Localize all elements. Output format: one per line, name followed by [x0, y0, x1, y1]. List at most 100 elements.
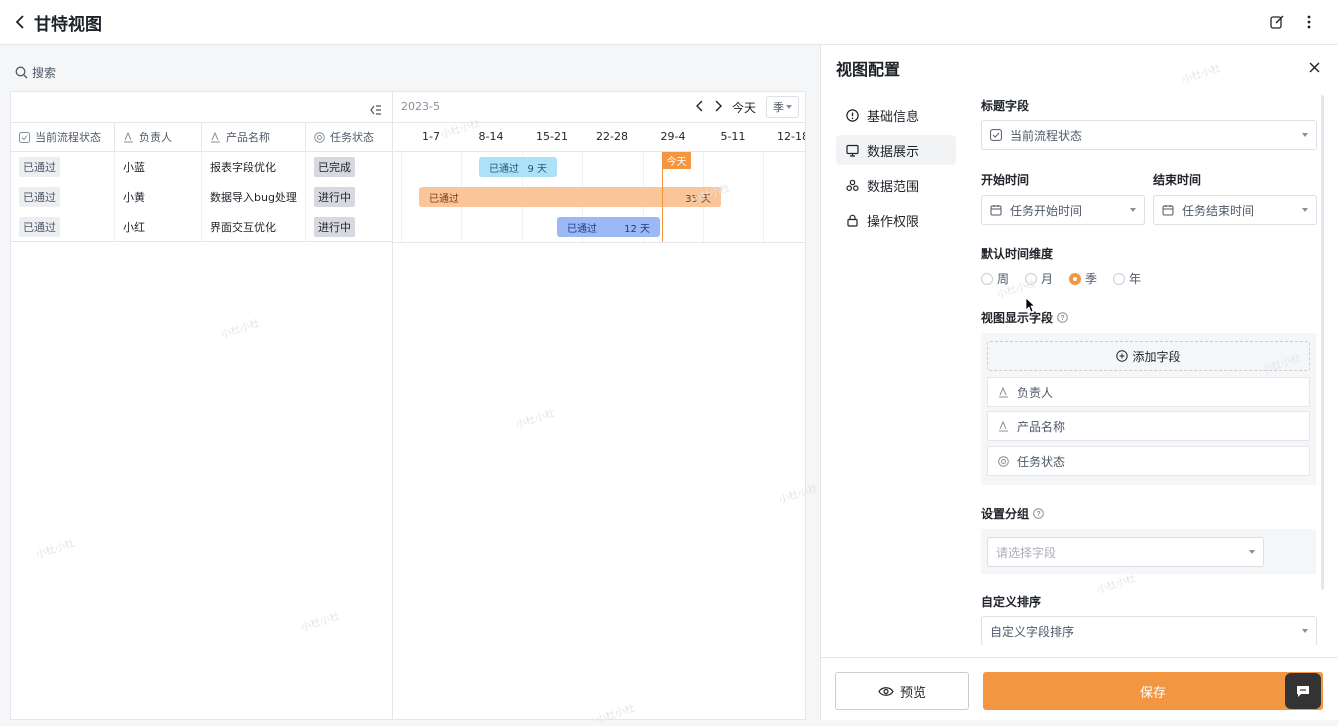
week-label: 5-11	[720, 130, 746, 143]
save-button[interactable]: 保存	[983, 672, 1323, 710]
title-field-select[interactable]: 当前流程状态	[981, 120, 1317, 150]
display-field-item[interactable]: 任务状态	[987, 446, 1310, 476]
week-label: 12-18	[777, 130, 805, 143]
group-field-select[interactable]: 请选择字段	[987, 537, 1264, 567]
sort-label: 自定义排序	[981, 595, 1042, 609]
flow-tag: 已通过	[19, 217, 60, 237]
product-cell: 界面交互优化	[202, 212, 306, 242]
cycle-icon	[846, 179, 859, 191]
week-label: 15-21	[536, 130, 568, 143]
panel-footer: 预览 保存	[821, 657, 1338, 720]
plus-circle-icon	[1116, 350, 1129, 362]
close-icon[interactable]	[1309, 58, 1320, 77]
table-row[interactable]: 已通过 小红 界面交互优化 进行中	[11, 212, 393, 242]
week-label: 22-28	[596, 130, 628, 143]
radio-field-icon	[998, 455, 1009, 467]
time-dimension-radios: 周 月 季 年	[981, 270, 1141, 287]
column-header[interactable]: 任务状态	[306, 123, 393, 151]
timeline: 2023-5 今天 季 1-7 8-14 15-21 22-28 29-4 5-…	[393, 92, 805, 719]
table-row[interactable]: 已通过 小黄 数据导入bug处理 进行中	[11, 182, 393, 212]
time-dimension-label: 默认时间维度	[981, 247, 1054, 261]
checkbox-icon	[19, 131, 30, 143]
caret-down-icon	[786, 105, 792, 109]
config-form: 标题字段 当前流程状态 开始时间 结束时间 任务开始时间 任务结束时间 默认时间…	[981, 95, 1321, 645]
group-label: 设置分组 ?	[981, 505, 1044, 522]
radio-field-icon	[314, 131, 325, 143]
chevron-right-icon[interactable]	[714, 100, 722, 115]
checkbox-icon	[990, 129, 1002, 141]
edit-icon[interactable]	[1268, 13, 1286, 31]
text-field-icon	[999, 386, 1008, 397]
chat-icon[interactable]	[1285, 673, 1321, 709]
watermark: 小杜小杜	[1180, 62, 1223, 86]
gantt-bar[interactable]: 已通过 9 天	[479, 157, 557, 177]
calendar-icon	[1162, 205, 1174, 216]
start-time-select[interactable]: 任务开始时间	[981, 195, 1145, 225]
start-time-label: 开始时间	[981, 173, 1030, 187]
today-button[interactable]: 今天	[732, 99, 756, 116]
group-box: 请选择字段	[981, 529, 1316, 574]
add-field-button[interactable]: 添加字段	[987, 341, 1310, 371]
config-menu: 基础信息 数据展示 数据范围 操作权限	[836, 100, 956, 240]
radio-quarter[interactable]: 季	[1069, 270, 1097, 287]
display-field-item[interactable]: 负责人	[987, 377, 1310, 407]
help-icon[interactable]: ?	[1057, 312, 1068, 323]
menu-item-data-display[interactable]: 数据展示	[836, 135, 956, 165]
svg-text:?: ?	[1060, 315, 1064, 322]
text-field-icon	[211, 131, 220, 142]
week-label: 8-14	[478, 130, 504, 143]
chevron-left-icon[interactable]	[12, 14, 28, 30]
more-vertical-icon[interactable]	[1300, 13, 1318, 31]
column-header[interactable]: 当前流程状态	[11, 123, 115, 151]
display-fields-box: 添加字段 负责人 产品名称 任务状态	[981, 333, 1316, 485]
lock-icon	[847, 214, 858, 227]
gantt-chart: 当前流程状态 负责人 产品名称 任务状态 已通过 小蓝 报表字段优化 已完成 已…	[10, 91, 806, 720]
text-field-icon	[124, 131, 133, 142]
help-icon[interactable]: ?	[1033, 508, 1044, 519]
status-badge: 进行中	[314, 187, 355, 207]
product-cell: 报表字段优化	[202, 152, 306, 182]
gantt-bar[interactable]: 已通过 35 天	[419, 187, 721, 207]
timeline-month: 2023-5	[401, 100, 440, 113]
gantt-area: 搜索 当前流程状态 负责人 产品名称 任务状态 已通过 小蓝 报表字段优化 已完…	[0, 45, 820, 726]
eye-icon	[878, 686, 894, 696]
task-table: 当前流程状态 负责人 产品名称 任务状态 已通过 小蓝 报表字段优化 已完成 已…	[11, 92, 393, 719]
flow-tag: 已通过	[19, 187, 60, 207]
menu-item-data-range[interactable]: 数据范围	[836, 170, 956, 200]
scrollbar[interactable]	[1321, 95, 1324, 590]
end-time-label: 结束时间	[1153, 173, 1202, 187]
week-label: 1-7	[422, 130, 440, 143]
owner-cell: 小黄	[115, 182, 202, 212]
search-input[interactable]: 搜索	[15, 64, 56, 81]
column-header[interactable]: 负责人	[115, 123, 202, 151]
week-label: 29-4	[660, 130, 686, 143]
display-field-item[interactable]: 产品名称	[987, 411, 1310, 441]
collapse-icon[interactable]	[370, 100, 382, 119]
week-header: 1-7 8-14 15-21 22-28 29-4 5-11 12-18	[393, 122, 805, 152]
mouse-cursor-icon	[1025, 297, 1035, 313]
text-field-icon	[999, 420, 1008, 431]
search-label: 搜索	[32, 66, 57, 80]
end-time-select[interactable]: 任务结束时间	[1153, 195, 1317, 225]
page-title: 甘特视图	[34, 14, 102, 35]
flow-tag: 已通过	[19, 157, 60, 177]
radio-month[interactable]: 月	[1025, 270, 1053, 287]
preview-button[interactable]: 预览	[835, 672, 969, 710]
title-field-label: 标题字段	[981, 99, 1030, 113]
scale-select[interactable]: 季	[766, 96, 799, 118]
search-icon	[15, 66, 28, 79]
table-row[interactable]: 已通过 小蓝 报表字段优化 已完成	[11, 152, 393, 182]
column-header[interactable]: 产品名称	[202, 123, 306, 151]
monitor-icon	[846, 144, 859, 157]
radio-year[interactable]: 年	[1113, 270, 1141, 287]
product-cell: 数据导入bug处理	[202, 182, 306, 212]
owner-cell: 小红	[115, 212, 202, 242]
radio-week[interactable]: 周	[981, 270, 1009, 287]
table-header: 当前流程状态 负责人 产品名称 任务状态	[11, 122, 393, 152]
menu-item-basic-info[interactable]: 基础信息	[836, 100, 956, 130]
menu-item-permissions[interactable]: 操作权限	[836, 205, 956, 235]
gantt-bar[interactable]: 已通过 12 天	[557, 217, 660, 237]
svg-text:?: ?	[1036, 511, 1040, 518]
chevron-left-icon[interactable]	[695, 100, 704, 115]
sort-select[interactable]: 自定义字段排序	[981, 616, 1317, 645]
